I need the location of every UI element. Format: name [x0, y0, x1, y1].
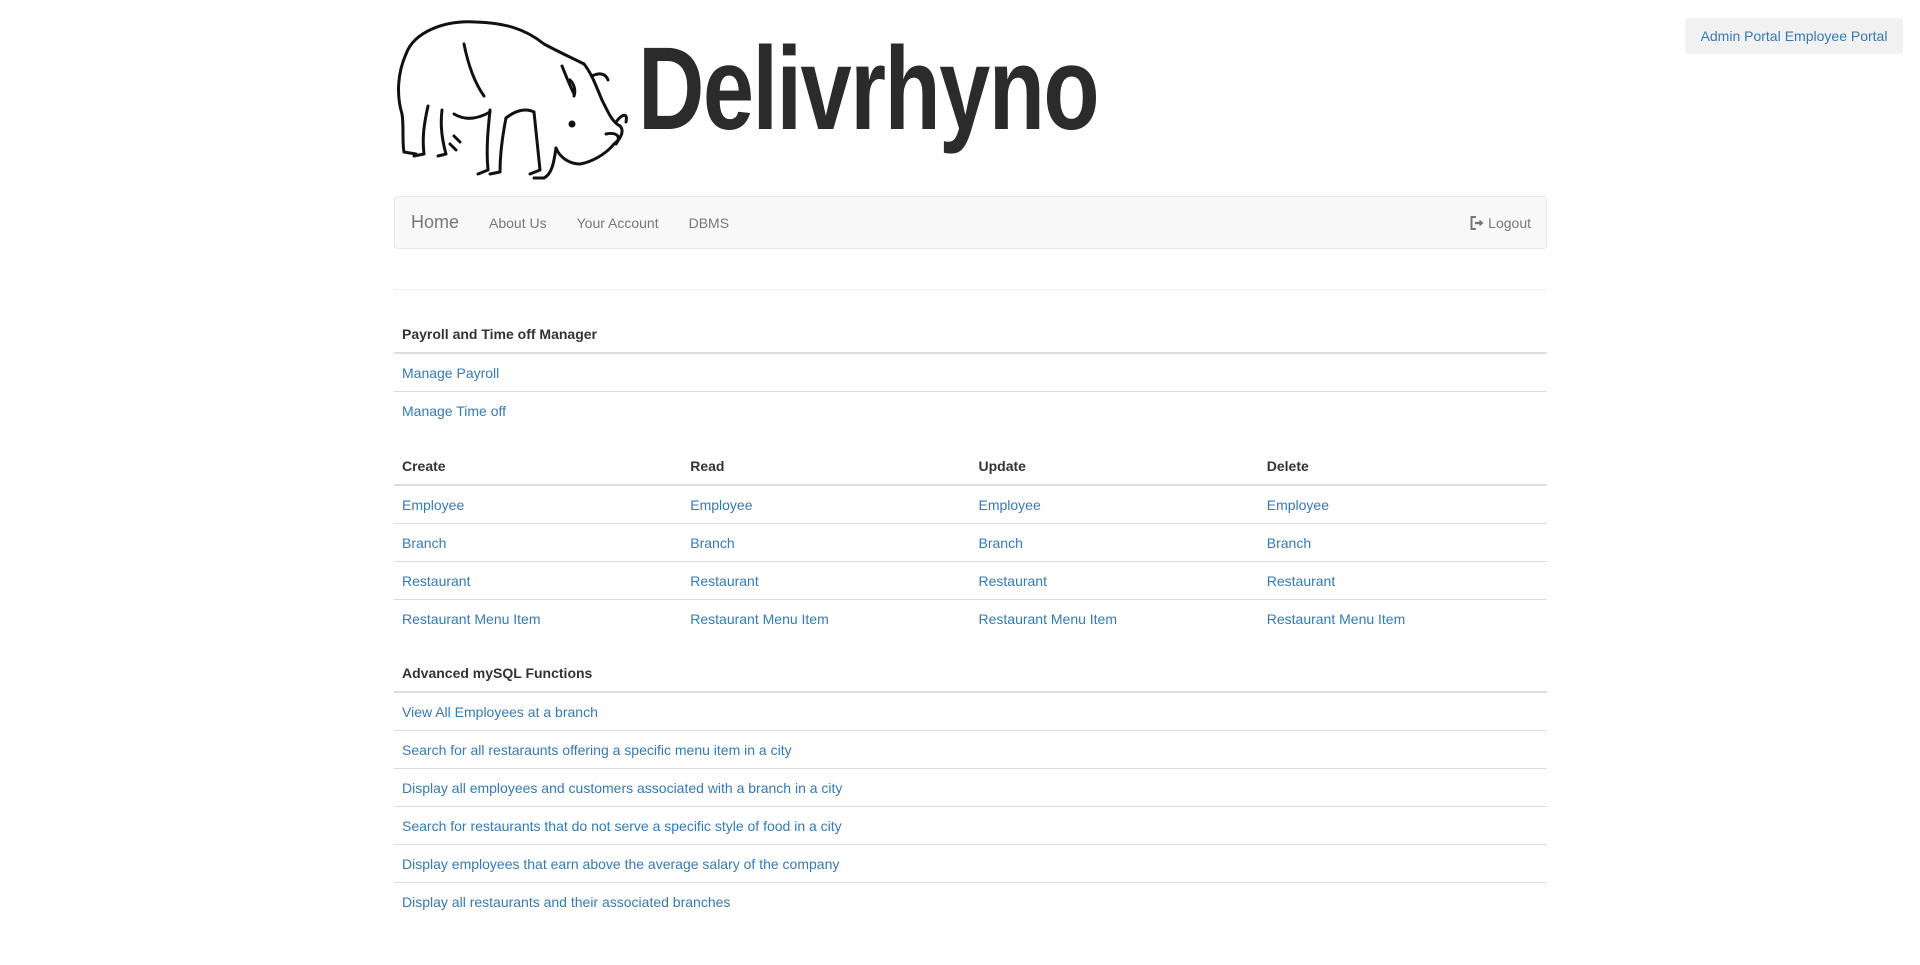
brand-name: Delivrhyno — [638, 23, 1100, 155]
restaurants-branches-link[interactable]: Display all restaurants and their associ… — [402, 894, 730, 910]
navbar: Home About Us Your Account DBMS Logout — [394, 196, 1547, 249]
restaurants-not-serving-style-link[interactable]: Search for restaurants that do not serve… — [402, 818, 842, 834]
delete-restaurant-link[interactable]: Restaurant — [1267, 573, 1335, 589]
table-row: Employee Employee Employee Employee — [394, 485, 1547, 524]
log-out-icon — [1470, 215, 1484, 230]
create-employee-link[interactable]: Employee — [402, 497, 464, 513]
rhino-icon — [397, 20, 628, 180]
payroll-table: Payroll and Time off Manager Manage Payr… — [394, 315, 1547, 429]
crud-header-create: Create — [394, 447, 683, 486]
read-menu-item-link[interactable]: Restaurant Menu Item — [690, 611, 829, 627]
crud-header-update: Update — [970, 447, 1259, 486]
crud-table: Create Read Update Delete Employee Emplo… — [394, 447, 1547, 637]
brand-header: Delivrhyno — [394, 0, 1547, 180]
read-employee-link[interactable]: Employee — [690, 497, 752, 513]
portal-links: Admin Portal Employee Portal — [1685, 18, 1903, 54]
update-employee-link[interactable]: Employee — [979, 497, 1041, 513]
table-row: Restaurant Restaurant Restaurant Restaur… — [394, 561, 1547, 600]
table-row: View All Employees at a branch — [394, 692, 1547, 731]
update-branch-link[interactable]: Branch — [979, 535, 1023, 551]
read-restaurant-link[interactable]: Restaurant — [690, 573, 758, 589]
nav-dbms[interactable]: DBMS — [674, 215, 744, 231]
advanced-table: Advanced mySQL Functions View All Employ… — [394, 654, 1547, 920]
table-row: Manage Payroll — [394, 353, 1547, 392]
table-row: Display all employees and customers asso… — [394, 768, 1547, 807]
search-menu-item-city-link[interactable]: Search for all restaraunts offering a sp… — [402, 742, 792, 758]
view-employees-branch-link[interactable]: View All Employees at a branch — [402, 704, 598, 720]
crud-header-delete: Delete — [1258, 447, 1547, 486]
logout-label: Logout — [1488, 214, 1531, 231]
update-restaurant-link[interactable]: Restaurant — [979, 573, 1047, 589]
employees-above-average-link[interactable]: Display employees that earn above the av… — [402, 856, 839, 872]
logout-button[interactable]: Logout — [1470, 215, 1531, 231]
create-branch-link[interactable]: Branch — [402, 535, 446, 551]
nav-your-account[interactable]: Your Account — [562, 215, 674, 231]
update-menu-item-link[interactable]: Restaurant Menu Item — [979, 611, 1118, 627]
create-restaurant-link[interactable]: Restaurant — [402, 573, 470, 589]
delete-employee-link[interactable]: Employee — [1267, 497, 1329, 513]
delete-branch-link[interactable]: Branch — [1267, 535, 1311, 551]
manage-payroll-link[interactable]: Manage Payroll — [402, 365, 499, 381]
delete-menu-item-link[interactable]: Restaurant Menu Item — [1267, 611, 1406, 627]
table-row: Search for restaurants that do not serve… — [394, 806, 1547, 845]
table-row: Restaurant Menu Item Restaurant Menu Ite… — [394, 599, 1547, 637]
payroll-heading: Payroll and Time off Manager — [394, 315, 1547, 354]
employees-customers-branch-link[interactable]: Display all employees and customers asso… — [402, 780, 842, 796]
advanced-heading: Advanced mySQL Functions — [394, 654, 1547, 693]
employee-portal-link[interactable]: Employee Portal — [1785, 28, 1888, 44]
table-row: Search for all restaraunts offering a sp… — [394, 730, 1547, 769]
divider — [394, 289, 1547, 290]
table-row: Display all restaurants and their associ… — [394, 882, 1547, 920]
create-menu-item-link[interactable]: Restaurant Menu Item — [402, 611, 541, 627]
read-branch-link[interactable]: Branch — [690, 535, 734, 551]
admin-portal-link[interactable]: Admin Portal — [1701, 28, 1781, 44]
manage-time-off-link[interactable]: Manage Time off — [402, 403, 506, 419]
nav-home[interactable]: Home — [411, 212, 459, 233]
nav-about-us[interactable]: About Us — [474, 215, 562, 231]
page-container: Delivrhyno Home About Us Your Account DB… — [394, 0, 1547, 920]
table-row: Display employees that earn above the av… — [394, 844, 1547, 883]
crud-header-read: Read — [682, 447, 971, 486]
table-row: Branch Branch Branch Branch — [394, 523, 1547, 562]
table-row: Manage Time off — [394, 391, 1547, 429]
